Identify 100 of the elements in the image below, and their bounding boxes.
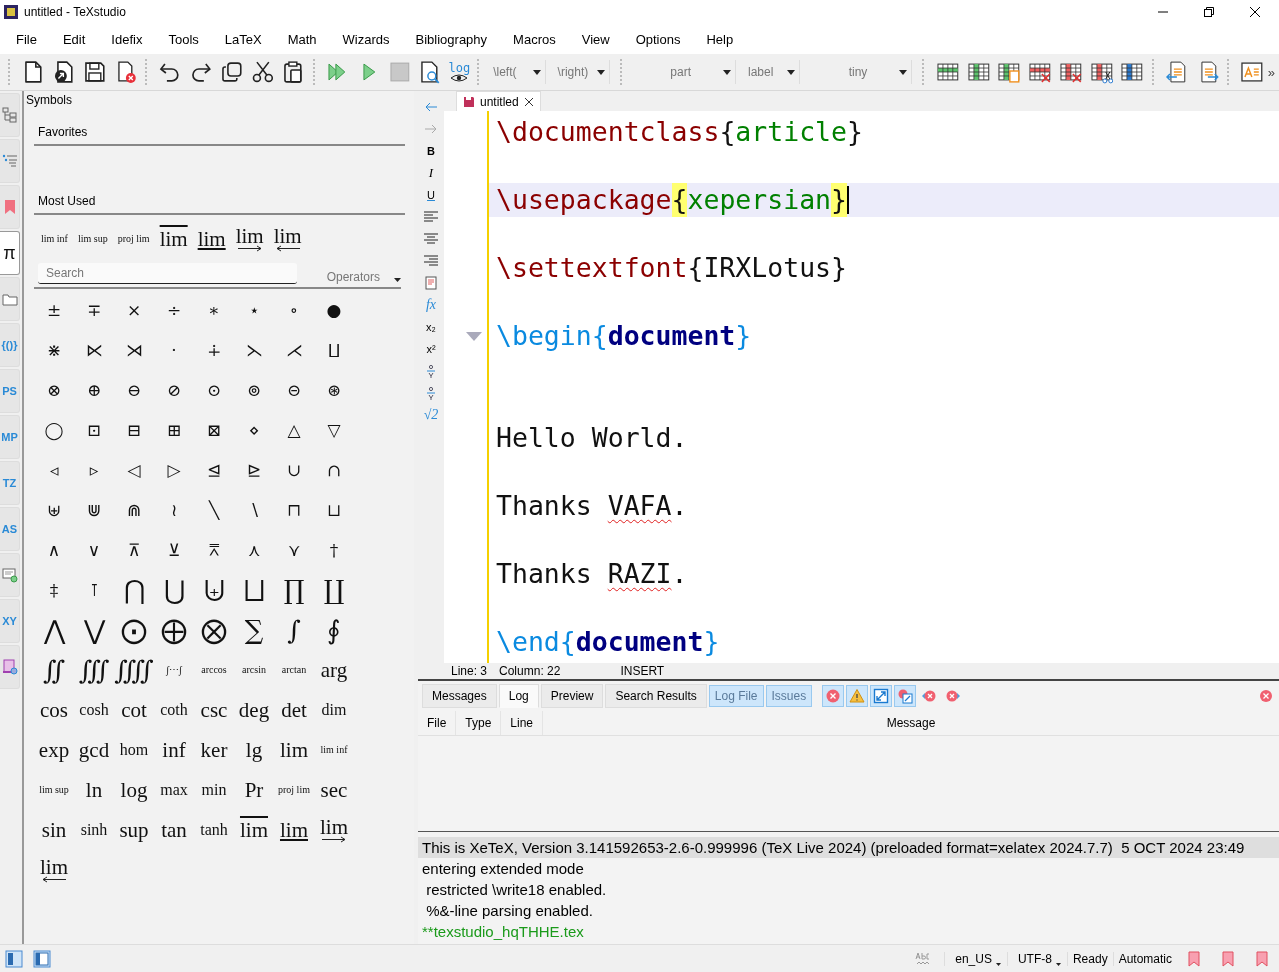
symbol-button[interactable]: gcd (74, 730, 114, 770)
panel-toggle-icon[interactable] (33, 949, 51, 968)
symbol-button[interactable]: ⊠ (194, 410, 234, 450)
symbol-button[interactable]: ● (314, 290, 354, 330)
symbol-button[interactable]: ╲ (194, 490, 234, 530)
menu-item[interactable]: Math (287, 31, 333, 47)
align-right-icon[interactable] (424, 254, 438, 268)
table-row-icon[interactable] (935, 60, 960, 84)
table-cut-icon[interactable] (1089, 60, 1114, 84)
document-icon[interactable] (424, 276, 438, 290)
text-box-icon[interactable] (1240, 60, 1265, 84)
symbol-button[interactable]: lim (274, 810, 314, 850)
symbol-button[interactable]: ⨌ (114, 650, 154, 690)
symbol-button[interactable]: lim (192, 219, 231, 259)
symbol-button[interactable]: lim (274, 730, 314, 770)
symbol-button[interactable]: ⋁ (74, 610, 114, 650)
fraction-icon[interactable] (424, 386, 438, 400)
symbol-button[interactable]: log (114, 770, 154, 810)
symbol-button[interactable]: ≀ (154, 490, 194, 530)
symbol-button[interactable]: ∔ (194, 330, 234, 370)
column-header[interactable]: File (418, 711, 457, 735)
symbol-button[interactable]: ⊘ (154, 370, 194, 410)
symbol-button[interactable]: ln (74, 770, 114, 810)
menu-item[interactable]: LaTeX (224, 31, 278, 47)
symbol-button[interactable]: ⋓ (74, 490, 114, 530)
symbol-button[interactable]: ⨆ (234, 570, 274, 610)
symbol-button[interactable]: dim (314, 690, 354, 730)
symbol-button[interactable]: ⋆ (234, 290, 274, 330)
symbol-button[interactable]: sec (314, 770, 354, 810)
symbol-button[interactable]: ⋒ (114, 490, 154, 530)
symbol-button[interactable]: proj lim (112, 219, 155, 259)
symbol-button[interactable]: ∑ (234, 610, 274, 650)
document-tab[interactable]: untitled (456, 91, 541, 111)
symbol-button[interactable]: ∨ (74, 530, 114, 570)
view-icon[interactable] (418, 60, 442, 84)
toolbar-combo[interactable]: \left( (487, 60, 546, 84)
symbol-button[interactable]: hom (114, 730, 154, 770)
language-combo[interactable]: en_US (944, 951, 1007, 966)
symbol-button[interactable]: ⋇ (34, 330, 74, 370)
column-header[interactable]: Message (543, 711, 1279, 735)
close-icon[interactable] (1249, 6, 1261, 18)
symbol-button[interactable]: proj lim (274, 770, 314, 810)
close-icon[interactable] (523, 96, 534, 107)
format-button[interactable]: x² (426, 338, 436, 360)
restore-icon[interactable] (1203, 6, 1215, 18)
side-tab[interactable]: π (0, 231, 20, 275)
format-button[interactable]: x₂ (426, 316, 436, 338)
symbol-button[interactable]: ± (34, 290, 74, 330)
menu-item[interactable]: View (581, 31, 626, 47)
symbol-button[interactable]: ∩ (314, 450, 354, 490)
symbol-button[interactable]: arg (314, 650, 354, 690)
toolbar-combo[interactable]: part (629, 60, 736, 84)
menu-item[interactable]: Macros (513, 31, 572, 47)
symbol-button[interactable]: ⊖ (114, 370, 154, 410)
symbol-button[interactable]: ⊺ (74, 570, 114, 610)
symbol-button[interactable]: cot (114, 690, 154, 730)
back-icon[interactable] (424, 100, 438, 114)
symbol-button[interactable]: · (154, 330, 194, 370)
panel-tab[interactable]: Search Results (605, 684, 707, 708)
bookmark-icon[interactable] (1256, 950, 1268, 967)
compile-mode[interactable]: Automatic (1112, 951, 1177, 966)
symbol-button[interactable]: ⊵ (234, 450, 274, 490)
symbol-button[interactable]: ∘ (274, 290, 314, 330)
side-tab[interactable] (0, 277, 20, 321)
panel-tab[interactable]: Messages (422, 684, 497, 708)
toolbar-combo[interactable]: \right) (551, 60, 610, 84)
symbol-button[interactable]: lim (154, 219, 193, 259)
symbol-button[interactable]: lim sup (72, 219, 113, 259)
symbol-button[interactable]: ⩞ (194, 530, 234, 570)
menu-item[interactable]: Options (635, 31, 697, 47)
symbol-button[interactable]: min (194, 770, 234, 810)
symbol-button[interactable]: sinh (74, 810, 114, 850)
panel-tab[interactable]: Log (498, 684, 539, 708)
menu-item[interactable]: Tools (168, 31, 215, 47)
fraction-icon[interactable] (424, 364, 438, 378)
symbol-button[interactable]: ‡ (34, 570, 74, 610)
symbol-button[interactable]: tan (154, 810, 194, 850)
symbol-button[interactable]: ⋀ (34, 610, 74, 650)
menu-item[interactable]: Wizards (342, 31, 406, 47)
menu-item[interactable]: File (16, 31, 53, 47)
symbol-button[interactable]: lim (34, 850, 74, 890)
symbol-button[interactable]: lim inf (314, 730, 354, 770)
symbol-button[interactable]: ⊼ (114, 530, 154, 570)
menu-item[interactable]: Bibliography (415, 31, 504, 47)
table-align-icon[interactable] (1120, 60, 1144, 84)
symbol-button[interactable]: ⊴ (194, 450, 234, 490)
symbol-button[interactable]: ⋏ (234, 530, 274, 570)
symbol-button[interactable]: ⊓ (274, 490, 314, 530)
symbol-button[interactable]: ∗ (194, 290, 234, 330)
symbol-button[interactable]: lim inf (36, 219, 73, 259)
save-icon[interactable] (82, 60, 107, 84)
menu-item[interactable]: Help (706, 31, 750, 47)
symbol-button[interactable]: lim (314, 810, 354, 850)
symbol-button[interactable]: ⊞ (154, 410, 194, 450)
symbol-button[interactable]: sup (114, 810, 154, 850)
symbol-button[interactable]: arcsin (234, 650, 274, 690)
symbol-button[interactable]: ⊚ (234, 370, 274, 410)
fold-icon[interactable] (465, 331, 482, 341)
symbol-button[interactable]: ⊕ (74, 370, 114, 410)
side-tab[interactable] (0, 185, 20, 229)
